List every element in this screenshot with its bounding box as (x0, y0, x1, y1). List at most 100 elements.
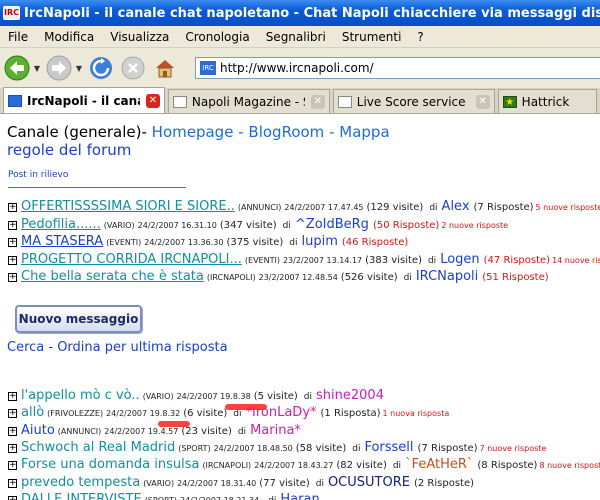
thread-replies: (50 Risposte) (372, 219, 440, 231)
thread-date: 24/2/2007 13.36.30 (144, 238, 224, 247)
tab-live-score[interactable]: Live Score service (p... ✕ (332, 89, 495, 113)
tab-label: Hattrick (521, 94, 570, 109)
thread-title-link[interactable]: Aiuto (21, 423, 55, 438)
expand-toggle-icon[interactable]: + (8, 461, 17, 471)
expand-toggle-icon[interactable]: + (8, 255, 17, 265)
expand-toggle-icon[interactable]: + (8, 220, 17, 230)
search-sort-links[interactable]: Cerca - Ordina per ultima risposta (7, 340, 228, 355)
home-button[interactable] (150, 53, 180, 83)
expand-toggle-icon[interactable]: + (8, 238, 17, 247)
page-favicon-icon (172, 95, 187, 108)
thread-title-link[interactable]: DALLE INTERVISTE (21, 492, 142, 500)
thread-author-link[interactable]: IRCNapoli (416, 269, 478, 284)
thread-title-link[interactable]: Schwoch al Real Madrid (21, 440, 175, 455)
thread-title-link[interactable]: l'appello mò c vò.. (21, 388, 140, 403)
featured-divider (8, 187, 186, 188)
expand-toggle-icon[interactable]: + (8, 495, 17, 500)
new-message-button[interactable]: Nuovo messaggio (15, 305, 142, 333)
forum-rules-link[interactable]: regole del forum (7, 141, 131, 159)
author-prefix: di (282, 220, 291, 231)
expand-toggle-icon[interactable]: + (8, 392, 17, 401)
mappa-link[interactable]: Mappa (339, 123, 389, 141)
thread-replies: (46 Risposte) (341, 237, 409, 248)
menu-strumenti[interactable]: Strumenti (334, 30, 410, 44)
thread-row: + l'appello mò c vò.. (VARIO) 24/2/2007 19.… (8, 388, 390, 405)
back-arrow-icon (4, 55, 30, 81)
expand-toggle-icon[interactable]: + (8, 273, 17, 282)
expand-toggle-icon[interactable]: + (8, 426, 17, 436)
thread-title-link[interactable]: Che bella serata che è stata (21, 269, 204, 284)
thread-category: (VARIO) (143, 478, 175, 488)
thread-visits: (375 visite) (226, 237, 284, 248)
expand-toggle-icon[interactable]: + (8, 478, 17, 488)
close-tab-icon[interactable]: ✕ (475, 94, 490, 109)
thread-date: 24/2/2007 18.21.34 (180, 496, 259, 500)
hattrick-star-icon: ★ (502, 95, 517, 108)
page-heading: Canale (generale)- Homepage - BlogRoom -… (7, 123, 390, 141)
thread-author-link[interactable]: ^ZoIdBeRg (295, 217, 369, 232)
author-prefix: di (303, 392, 313, 402)
menu-segnalibri[interactable]: Segnalibri (258, 30, 334, 44)
thread-title-link[interactable]: PROGETTO CORRIDA IRCNAPOLI... (21, 252, 242, 267)
thread-replies: (47 Risposte) (483, 254, 551, 266)
menu-help[interactable]: ? (409, 30, 431, 44)
author-prefix: di (315, 478, 324, 489)
menu-cronologia[interactable]: Cronologia (177, 30, 257, 44)
menu-file[interactable]: File (0, 30, 36, 44)
stop-button[interactable] (118, 53, 148, 83)
reload-button[interactable] (86, 53, 116, 83)
expand-toggle-icon[interactable]: + (8, 443, 17, 453)
tab-label: Napoli Magazine - Se... (191, 94, 305, 109)
close-tab-icon[interactable]: ✕ (145, 93, 160, 108)
thread-title-link[interactable]: Pedofilia...... (21, 217, 101, 232)
thread-title-link[interactable]: OFFERTISSSSIMA SIORI E SIORE.. (21, 199, 235, 214)
thread-row: + MA STASERA (EVENTI) 24/2/2007 13.36.30 (37… (8, 234, 410, 251)
thread-title-link[interactable]: allò (21, 405, 44, 420)
back-button[interactable] (2, 53, 32, 83)
thread-row: + PROGETTO CORRIDA IRCNAPOLI... (EVENTI) 23… (8, 252, 600, 269)
thread-row: + prevedo tempesta (VARIO) 24/2/2007 18.31.… (8, 475, 476, 492)
homepage-link[interactable]: Homepage (152, 123, 234, 141)
tab-napoli-magazine[interactable]: Napoli Magazine - Se... ✕ (167, 89, 330, 113)
thread-author-link[interactable]: Alex (442, 199, 470, 214)
thread-category: (VARIO) (103, 220, 135, 230)
window-title: IrcNapoli - il canale chat napoletano - … (24, 5, 600, 21)
tab-ircnapoli[interactable]: IrcNapoli - il canal... ✕ (3, 87, 165, 113)
menu-visualizza[interactable]: Visualizza (102, 30, 177, 44)
forward-history-dropdown[interactable]: ▼ (74, 64, 84, 73)
thread-category: (ANNUNCI) (57, 426, 102, 436)
tab-hattrick[interactable]: ★ Hattrick (497, 89, 598, 113)
blogroom-link[interactable]: BlogRoom (248, 123, 324, 141)
thread-visits: (383 visite) (365, 254, 422, 266)
thread-title-link[interactable]: Forse una domanda insulsa (21, 457, 199, 472)
author-prefix: di (237, 426, 247, 437)
thread-replies: (7 Risposte) (417, 442, 478, 454)
thread-author-link[interactable]: Haran (280, 492, 319, 500)
forward-button[interactable] (44, 53, 74, 83)
thread-category: (VARIO) (142, 392, 174, 401)
new-replies-badge: 5 nuove risposte (535, 203, 600, 212)
close-tab-icon[interactable]: ✕ (310, 94, 325, 109)
thread-category: (IRCNAPOLI) (206, 273, 256, 282)
thread-author-link[interactable]: Forssell (364, 440, 413, 455)
thread-author-link[interactable]: shine2004 (316, 388, 384, 403)
home-icon (156, 60, 174, 78)
expand-toggle-icon[interactable]: + (8, 409, 17, 419)
thread-author-link[interactable]: Marina* (250, 423, 301, 438)
thread-title-link[interactable]: MA STASERA (21, 234, 103, 249)
address-bar[interactable]: IRC http://www.ircnapoli.com/ (195, 57, 600, 79)
thread-replies: (51 Risposte) (482, 272, 549, 283)
stop-icon (121, 56, 145, 80)
expand-toggle-icon[interactable]: + (8, 203, 17, 212)
thread-author-link[interactable]: Logen (440, 252, 479, 267)
address-url: http://www.ircnapoli.com/ (220, 61, 374, 75)
thread-visits: (526 visite) (340, 272, 398, 283)
thread-author-link[interactable]: lupim (301, 234, 337, 249)
thread-category: (ANNUNCI) (237, 203, 282, 212)
back-history-dropdown[interactable]: ▼ (32, 64, 42, 73)
thread-author-link[interactable]: `FeAtHeR` (405, 457, 473, 472)
thread-author-link[interactable]: OCUSUTORE (328, 475, 410, 490)
thread-title-link[interactable]: prevedo tempesta (21, 475, 140, 490)
thread-row: + Schwoch al Real Madrid (SPORT) 24/2/2007 … (8, 440, 546, 457)
menu-modifica[interactable]: Modifica (36, 30, 102, 44)
